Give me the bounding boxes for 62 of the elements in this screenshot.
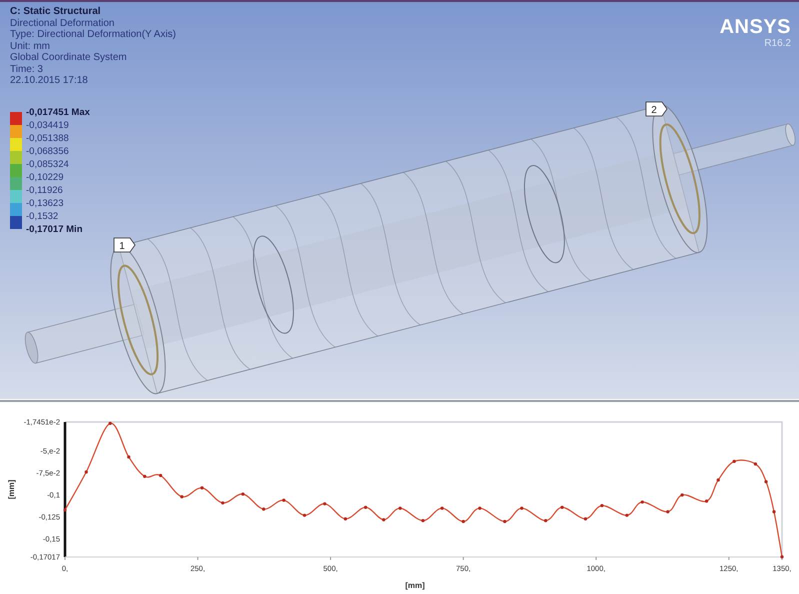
- data-point: [680, 493, 684, 497]
- legend-label: -0,017451 Max: [26, 106, 90, 119]
- info-line: 22.10.2015 17:18: [10, 75, 89, 86]
- data-point: [732, 460, 736, 463]
- analysis-title: C: Static Structural: [10, 6, 102, 18]
- version-label: R16.2: [764, 38, 791, 49]
- data-point: [462, 520, 465, 524]
- data-point: [584, 517, 588, 520]
- probe-label: 2: [646, 102, 668, 116]
- legend-label: -0,13623: [26, 197, 65, 210]
- info-line: Type: Directional Deformation(Y Axis): [10, 29, 176, 40]
- data-point: [241, 492, 245, 496]
- data-point: [704, 500, 708, 503]
- data-point: [754, 462, 758, 466]
- data-point: [772, 510, 776, 514]
- data-point: [666, 510, 670, 514]
- data-point: [282, 498, 286, 502]
- data-point: [716, 478, 720, 482]
- data-point: [560, 506, 564, 509]
- data-point: [159, 474, 162, 478]
- data-point: [108, 422, 112, 425]
- data-point: [478, 506, 482, 510]
- data-point: [302, 514, 306, 517]
- legend-label: -0,1532: [26, 210, 60, 223]
- data-point: [440, 506, 444, 510]
- probe-label: 1: [114, 238, 136, 252]
- info-line: Directional Deformation: [10, 18, 116, 29]
- data-point: [640, 500, 644, 504]
- data-point: [143, 474, 146, 478]
- info-line: Unit: mm: [10, 40, 51, 52]
- legend-label: -0,068356: [26, 145, 70, 158]
- y-axis-title: [mm]: [7, 480, 16, 500]
- x-axis-title: [mm]: [405, 581, 425, 590]
- data-point: [180, 495, 184, 498]
- data-point: [780, 555, 784, 558]
- legend-label: -0,17017 Min: [26, 223, 84, 236]
- info-line: Global Coordinate System: [10, 52, 128, 64]
- legend-label: -0,11926: [26, 184, 64, 197]
- legend-label: -0,051388: [26, 132, 70, 145]
- data-point: [323, 502, 326, 506]
- data-point: [764, 480, 768, 484]
- legend-label: -0,034419: [26, 119, 70, 132]
- data-point: [421, 519, 425, 522]
- data-point: [382, 518, 386, 522]
- legend-label: -0,10229: [26, 171, 65, 184]
- data-point: [544, 519, 548, 522]
- data-point: [127, 455, 130, 459]
- logo-wordmark: ANSYS: [720, 16, 791, 38]
- data-point: [520, 506, 524, 510]
- data-point: [503, 520, 506, 524]
- data-point: [625, 514, 629, 517]
- data-point: [262, 508, 266, 511]
- data-point: [364, 506, 368, 509]
- data-point: [600, 504, 604, 508]
- data-point: [398, 506, 402, 510]
- data-point: [221, 501, 224, 505]
- data-point: [344, 517, 348, 520]
- info-line: Time: 3: [10, 64, 44, 75]
- data-point: [63, 508, 67, 512]
- data-point: [200, 486, 204, 490]
- data-point: [84, 470, 88, 474]
- legend-label: -0,085324: [26, 158, 70, 171]
